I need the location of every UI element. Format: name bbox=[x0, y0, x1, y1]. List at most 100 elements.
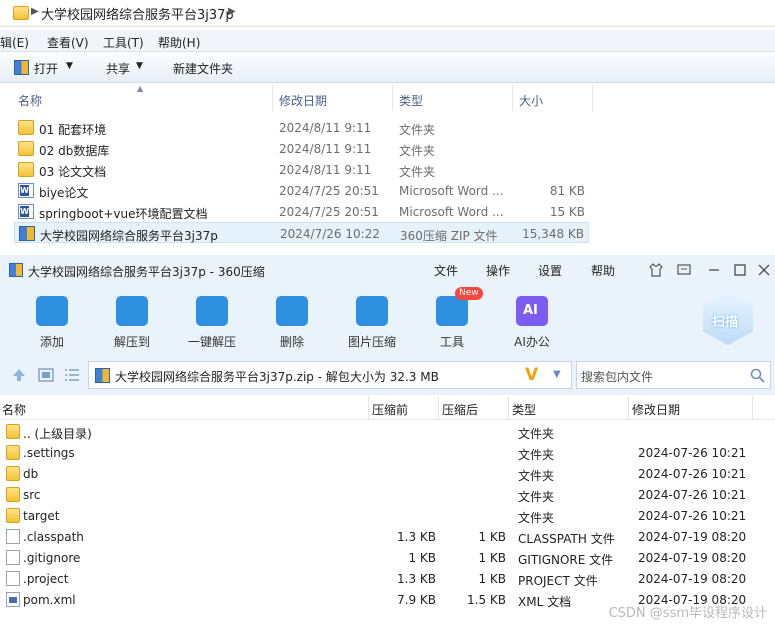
menu-view[interactable]: 查看(V) bbox=[47, 34, 89, 51]
file-row[interactable]: 03 论文文档 2024/8/11 9:11 文件夹 bbox=[14, 159, 589, 180]
dropdown-arrow-icon[interactable]: ▼ bbox=[553, 369, 561, 380]
chevron-right-icon[interactable]: ▶ bbox=[31, 6, 39, 17]
folder-icon bbox=[6, 508, 20, 523]
list-view-icon[interactable] bbox=[64, 368, 80, 382]
delete-button[interactable]: 删除 bbox=[252, 290, 332, 350]
column-name[interactable]: 名称 bbox=[18, 92, 42, 109]
file-row[interactable]: springboot+vue环境配置文档 2024/7/25 20:51 Micro… bbox=[14, 201, 589, 222]
extract-to-button[interactable]: 解压到 bbox=[92, 290, 172, 350]
menu-help[interactable]: 帮助(H) bbox=[158, 34, 200, 51]
column-date[interactable]: 修改日期 bbox=[279, 92, 327, 109]
file-row[interactable]: 02 db数据库 2024/8/11 9:11 文件夹 bbox=[14, 138, 589, 159]
new-badge: New bbox=[455, 287, 483, 300]
file-name: biye论文 bbox=[39, 186, 89, 200]
archive-path-field[interactable]: 大学校园网络综合服务平台3j37p.zip - 解包大小为 32.3 MB V … bbox=[88, 361, 572, 389]
file-name: 大学校园网络综合服务平台3j37p bbox=[40, 229, 218, 243]
tools-button[interactable]: 工具 bbox=[412, 290, 492, 350]
column-size[interactable]: 大小 bbox=[519, 92, 543, 109]
skin-icon[interactable] bbox=[648, 262, 664, 278]
word-doc-icon bbox=[18, 204, 34, 219]
column-original-size[interactable]: 压缩前 bbox=[372, 401, 408, 418]
new-folder-button[interactable]: 新建文件夹 bbox=[173, 60, 233, 77]
file-type: 文件夹 bbox=[399, 144, 436, 158]
entry-modified: 2024-07-26 10:21 bbox=[638, 467, 747, 481]
folder-icon bbox=[18, 162, 34, 177]
image-compress-icon bbox=[356, 296, 388, 326]
file-type: 文件夹 bbox=[399, 165, 436, 179]
ai-office-icon: AI bbox=[516, 296, 548, 326]
explorer-window: ▶ 大学校园网络综合服务平台3j37p ▶ 辑(E) 查看(V) 工具(T) 帮… bbox=[0, 0, 775, 255]
menu-edit[interactable]: 辑(E) bbox=[0, 34, 29, 51]
ai-badge: AI bbox=[523, 303, 538, 318]
archive-row[interactable]: .project 1.3 KB 1 KB PROJECT 文件 2024-07-19 0… bbox=[0, 569, 760, 590]
file-type: 360压缩 ZIP 文件 bbox=[400, 229, 498, 243]
menu-tools[interactable]: 工具(T) bbox=[103, 34, 144, 51]
address-bar[interactable]: ▶ 大学校园网络综合服务平台3j37p ▶ bbox=[0, 0, 775, 27]
v-logo-icon[interactable]: V bbox=[525, 365, 538, 385]
breadcrumb[interactable]: 大学校园网络综合服务平台3j37p bbox=[41, 4, 234, 23]
file-row[interactable]: 大学校园网络综合服务平台3j37p 2024/7/26 10:22 360压缩 ZI… bbox=[14, 222, 589, 243]
column-type[interactable]: 类型 bbox=[512, 401, 536, 418]
window-title: 大学校园网络综合服务平台3j37p - 360压缩 bbox=[28, 265, 265, 279]
file-row[interactable]: 01 配套环境 2024/8/11 9:11 文件夹 bbox=[14, 117, 589, 138]
zip-window: 大学校园网络综合服务平台3j37p - 360压缩 文件 操作 设置 帮助 添加… bbox=[0, 255, 775, 627]
add-icon bbox=[36, 296, 68, 326]
up-arrow-icon[interactable] bbox=[11, 368, 27, 382]
menu-bar: 辑(E) 查看(V) 工具(T) 帮助(H) bbox=[0, 30, 775, 52]
folder-icon bbox=[18, 120, 34, 135]
maximize-icon[interactable] bbox=[732, 262, 748, 278]
column-type[interactable]: 类型 bbox=[399, 92, 423, 109]
entry-type: 文件夹 bbox=[518, 490, 555, 504]
archive-row[interactable]: .. (上级目录) 文件夹 bbox=[0, 422, 760, 443]
menu-file[interactable]: 文件 bbox=[434, 262, 458, 279]
chevron-right-icon[interactable]: ▶ bbox=[228, 6, 236, 17]
menu-help[interactable]: 帮助 bbox=[591, 262, 615, 279]
file-name: 03 论文文档 bbox=[39, 165, 107, 179]
file-type: Microsoft Word ... bbox=[399, 184, 504, 198]
archive-path: 大学校园网络综合服务平台3j37p.zip - 解包大小为 32.3 MB bbox=[115, 370, 439, 384]
command-bar: 打开 ▼ 共享 ▼ 新建文件夹 bbox=[0, 53, 775, 83]
archive-row[interactable]: target 文件夹 2024-07-26 10:21 bbox=[0, 506, 760, 527]
archive-row[interactable]: .settings 文件夹 2024-07-26 10:21 bbox=[0, 443, 760, 464]
open-label: 打开 bbox=[34, 62, 59, 76]
scan-button[interactable]: 扫描 bbox=[703, 291, 753, 345]
minimize-icon[interactable] bbox=[706, 262, 722, 278]
zip-app-icon bbox=[14, 60, 29, 75]
column-name[interactable]: 名称 bbox=[2, 401, 26, 418]
open-button[interactable]: 打开 ▼ bbox=[10, 59, 80, 77]
ai-office-button[interactable]: AI AI办公 bbox=[492, 290, 572, 350]
close-icon[interactable] bbox=[756, 262, 772, 278]
file-date: 2024/8/11 9:11 bbox=[279, 142, 372, 156]
scan-label: 扫描 bbox=[712, 315, 739, 330]
file-date: 2024/7/26 10:22 bbox=[280, 227, 380, 241]
archive-row[interactable]: db 文件夹 2024-07-26 10:21 bbox=[0, 464, 760, 485]
entry-original-size: 7.9 KB bbox=[397, 593, 436, 607]
one-click-extract-button[interactable]: 一键解压 bbox=[172, 290, 252, 350]
file-icon bbox=[6, 571, 20, 586]
entry-name: .settings bbox=[23, 446, 75, 460]
image-compress-button[interactable]: 图片压缩 bbox=[332, 290, 412, 350]
archive-row[interactable]: .classpath 1.3 KB 1 KB CLASSPATH 文件 2024-07-… bbox=[0, 527, 760, 548]
search-icon[interactable] bbox=[750, 368, 765, 383]
file-row[interactable]: biye论文 2024/7/25 20:51 Microsoft Word ... 8… bbox=[14, 180, 589, 201]
column-compressed-size[interactable]: 压缩后 bbox=[442, 401, 478, 418]
thumbnail-view-icon[interactable] bbox=[38, 368, 54, 382]
archive-row[interactable]: .gitignore 1 KB 1 KB GITIGNORE 文件 2024-07-19… bbox=[0, 548, 760, 569]
feedback-icon[interactable] bbox=[676, 262, 692, 278]
file-name: 02 db数据库 bbox=[39, 144, 110, 158]
entry-compressed-size: 1 KB bbox=[478, 530, 506, 544]
file-type: 文件夹 bbox=[399, 123, 436, 137]
chevron-down-icon: ▼ bbox=[66, 61, 73, 71]
entry-type: 文件夹 bbox=[518, 511, 555, 525]
search-input[interactable]: 搜索包内文件 bbox=[576, 361, 771, 389]
file-name: springboot+vue环境配置文档 bbox=[39, 207, 208, 221]
title-bar: 大学校园网络综合服务平台3j37p - 360压缩 文件 操作 设置 帮助 bbox=[0, 255, 775, 285]
menu-settings[interactable]: 设置 bbox=[538, 262, 562, 279]
entry-type: CLASSPATH 文件 bbox=[518, 532, 615, 546]
share-button[interactable]: 共享 ▼ bbox=[104, 59, 154, 77]
column-modified[interactable]: 修改日期 bbox=[632, 401, 680, 418]
archive-row[interactable]: src 文件夹 2024-07-26 10:21 bbox=[0, 485, 760, 506]
add-button[interactable]: 添加 bbox=[12, 290, 92, 350]
menu-operate[interactable]: 操作 bbox=[486, 262, 510, 279]
file-date: 2024/8/11 9:11 bbox=[279, 121, 372, 135]
